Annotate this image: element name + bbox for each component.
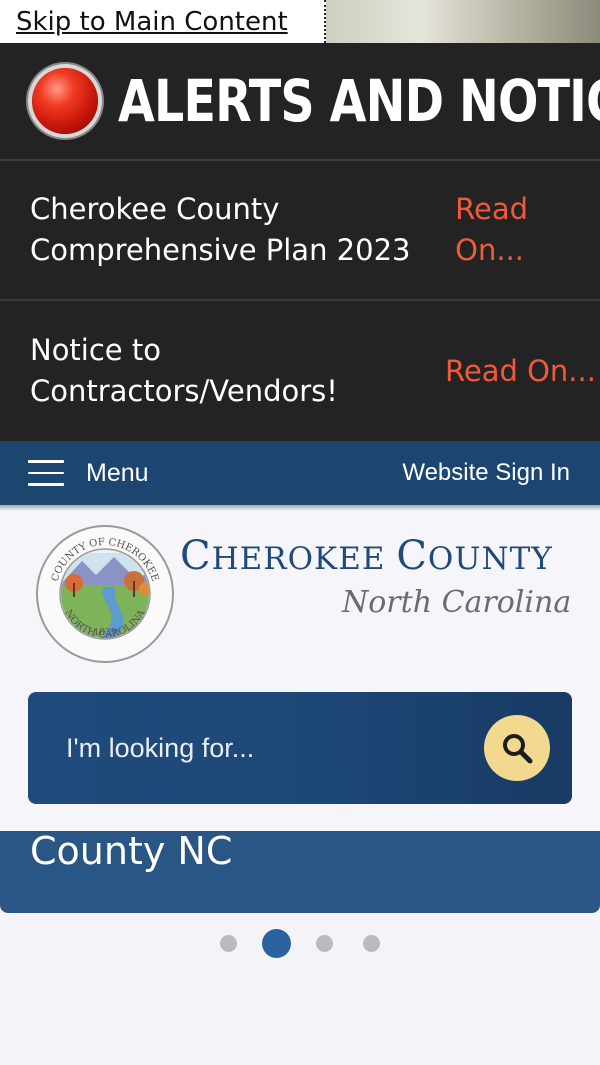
main-nav-bar: Menu Website Sign In — [0, 441, 600, 505]
hamburger-menu-icon[interactable] — [28, 460, 64, 486]
search-bar[interactable]: I'm looking for... — [28, 692, 572, 804]
alert-indicator-icon — [32, 68, 98, 134]
alert-item-text[interactable]: Cherokee County Comprehensive Plan 2023 — [30, 189, 455, 271]
search-button[interactable] — [484, 715, 550, 781]
slideshow-banner[interactable]: County NC — [0, 831, 600, 913]
state-name-script: North Carolina — [342, 585, 572, 620]
alerts-title: ALERTS AND NOTIC — [118, 67, 600, 135]
website-sign-in-link[interactable]: Website Sign In — [402, 459, 570, 487]
search-input[interactable]: I'm looking for... — [66, 733, 484, 764]
slide-dot-3[interactable] — [316, 934, 333, 952]
alert-read-on-link[interactable]: Read On... — [455, 189, 600, 271]
alert-item-text[interactable]: Notice to Contractors/Vendors! — [30, 330, 445, 412]
alerts-header: ALERTS AND NOTIC — [0, 43, 600, 161]
alerts-panel: ALERTS AND NOTIC Cherokee County Compreh… — [0, 43, 600, 441]
skip-to-main-link[interactable]: Skip to Main Content — [0, 0, 326, 43]
slide-dot-1[interactable] — [220, 934, 237, 952]
county-name-wordmark: CHEROKEE COUNTY — [180, 533, 553, 579]
slideshow-pagination — [0, 928, 600, 958]
county-seal-logo[interactable]: COUNTY OF CHEROKEE 1839 NORTH CAROLINA — [34, 523, 176, 665]
alert-item[interactable]: Notice to Contractors/Vendors! Read On..… — [0, 301, 600, 441]
slide-title: County NC — [30, 831, 233, 873]
alert-item[interactable]: Cherokee County Comprehensive Plan 2023 … — [0, 161, 600, 301]
slide-dot-2-active[interactable] — [262, 928, 291, 958]
alert-read-on-link[interactable]: Read On... — [445, 351, 596, 392]
menu-button[interactable]: Menu — [86, 459, 149, 488]
slide-dot-4[interactable] — [363, 934, 380, 952]
search-icon — [503, 734, 533, 764]
